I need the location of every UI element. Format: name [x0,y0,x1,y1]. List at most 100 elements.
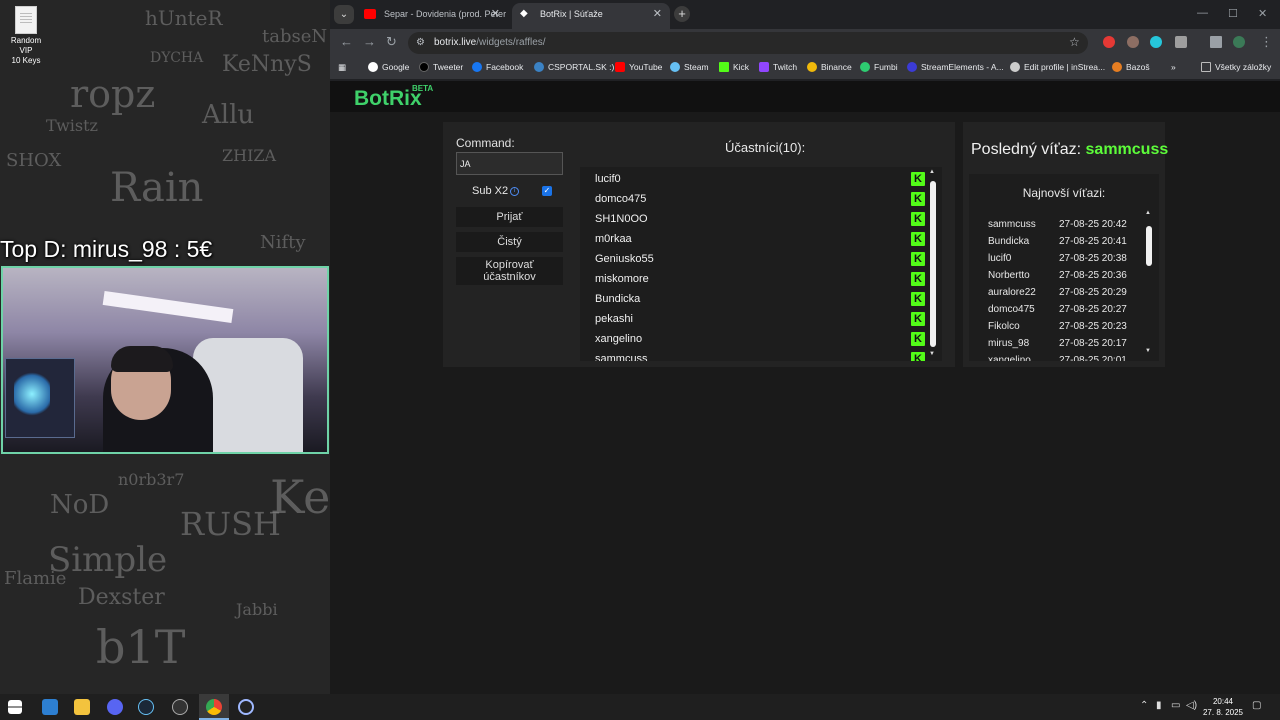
page-content: BotRix BETA Command: Sub X2 i ✓ Prijať Č… [330,81,1280,694]
scroll-down-icon[interactable]: ▼ [929,351,935,357]
bookmark-bazos[interactable]: Bazoš [1112,62,1150,72]
system-clock[interactable]: 20:44 27. 8. 2025 [1200,696,1246,718]
scroll-down-icon[interactable]: ▼ [1145,348,1151,354]
bookmark-google[interactable]: Google [368,62,409,72]
microphone-icon[interactable]: ▮ [1156,700,1162,711]
wallpaper-text: ZHIZA [222,146,277,165]
bookmark-youtube[interactable]: YouTube [615,62,662,72]
last-winner-label: Posledný víťaz: [971,141,1082,158]
winner-row: lucif0 27-08-25 20:38 [988,250,1148,267]
participants-list[interactable]: lucif0 K domco475 K SH1N0OO K m0rkaa K Geniu… [580,167,942,361]
clock-date: 27. 8. 2025 [1202,708,1244,717]
kick-icon: K [911,252,925,266]
more-bookmarks-icon[interactable]: » [1171,62,1176,72]
windows-start-icon[interactable] [8,700,22,714]
winner-row: sammcuss 27-08-25 20:42 [988,216,1148,233]
bookmark-streamelements[interactable]: StreamElements - A... [907,62,1004,72]
scrollbar-thumb[interactable] [930,181,936,347]
bookmark-label: Bazoš [1126,62,1150,72]
clock-time: 20:44 [1212,697,1234,706]
wallpaper-text: Jabbi [236,600,278,619]
extensions-puzzle-icon[interactable] [1175,36,1187,48]
forward-icon[interactable]: → [363,35,376,49]
address-bar[interactable]: ⚙ botrix.live/widgets/raffles/ ☆ [408,32,1088,54]
close-tab-icon[interactable]: ✕ [491,3,500,25]
apps-grid-icon[interactable]: ▦ [338,62,346,73]
minimize-icon[interactable]: — [1197,7,1208,19]
text-file-icon [15,6,37,34]
menu-kebab-icon[interactable]: ⋮ [1260,35,1273,49]
scroll-up-icon[interactable]: ▲ [1145,210,1151,216]
extension-icon[interactable] [1150,36,1162,48]
close-window-icon[interactable]: ✕ [1258,7,1267,20]
file-explorer-icon[interactable] [74,699,90,715]
bookmark-binance[interactable]: Binance [807,62,852,72]
winners-panel: Posledný víťaz: sammcuss Najnovší víťazi… [963,122,1168,367]
bookmark-facebook[interactable]: Facebook [472,62,523,72]
winner-row: Fikolco 27-08-25 20:23 [988,318,1148,335]
clear-button[interactable]: Čistý [456,232,563,252]
reading-list-icon[interactable] [1210,36,1222,48]
reload-icon[interactable]: ↻ [386,35,397,49]
kick-icon: K [911,292,925,306]
app-icon[interactable] [238,699,254,715]
bookmark-star-icon[interactable]: ☆ [1069,35,1080,49]
bookmark-instreamly[interactable]: Edit profile | inStrea... [1010,62,1105,72]
network-icon[interactable]: ▭ [1171,700,1180,711]
close-tab-icon[interactable]: ✕ [653,3,662,25]
accept-button[interactable]: Prijať [456,207,563,227]
participant-name: m0rkaa [595,233,632,245]
tray-chevron-icon[interactable]: ⌃ [1140,700,1148,711]
chrome-taskbar-button[interactable] [199,694,229,720]
participant-name: miskomore [595,273,649,285]
bookmark-twitch[interactable]: Twitch [759,62,797,72]
winner-row: xangelino 27-08-25 20:01 [988,352,1148,361]
winners-scrollbar[interactable]: ▲ ▼ [1145,210,1152,356]
kick-icon: K [911,212,925,226]
steam-icon[interactable] [138,699,154,715]
site-header: BotRix BETA [330,81,1280,112]
volume-icon[interactable]: ◁) [1186,700,1197,711]
youtube-icon [615,62,625,72]
webcam-shelf [102,291,234,323]
info-icon[interactable]: i [510,187,519,196]
bookmark-steam[interactable]: Steam [670,62,709,72]
bookmark-tweeter[interactable]: Tweeter [419,62,463,72]
wallpaper-text: KeNnyS [222,52,312,77]
copy-participants-button[interactable]: Kopírovať účastníkov [456,257,563,285]
recent-winners-box[interactable]: Najnovší víťazi: sammcuss 27-08-25 20:42 … [969,174,1159,361]
google-icon [368,62,378,72]
fumbi-icon [860,62,870,72]
site-info-icon[interactable]: ⚙ [416,37,428,49]
extension-icon[interactable] [1127,36,1139,48]
winner-name: mirus_98 [988,338,1030,349]
sub-x2-checkbox[interactable]: ✓ [542,186,552,196]
all-bookmarks[interactable]: Všetky záložky [1201,62,1271,72]
tab-title: Separ - Dovidenia (prod. Peter [384,9,507,19]
extension-icon[interactable] [1103,36,1115,48]
command-input[interactable] [456,152,563,175]
new-tab-button[interactable]: + [674,6,690,22]
participants-scrollbar[interactable]: ▲ ▼ [929,169,936,357]
bookmark-fumbi[interactable]: Fumbi [860,62,898,72]
tab-botrix[interactable]: ◆ BotRix | Súťaže ✕ [512,3,670,29]
profile-avatar-icon[interactable] [1233,36,1245,48]
tab-search-button[interactable]: ⌄ [334,5,354,24]
twitch-icon [759,62,769,72]
bookmark-csportal[interactable]: CSPORTAL.SK :) [534,62,614,72]
bookmarks-bar: ▦ Google Tweeter Facebook CSPORTAL.SK :)… [330,56,1280,80]
bookmark-kick[interactable]: Kick [719,62,749,72]
desktop-file-icon[interactable]: Random VIP 10 Keys [4,6,48,66]
tab-youtube[interactable]: Separ - Dovidenia (prod. Peter ✕ [356,3,508,29]
notifications-icon[interactable]: ▢ [1252,700,1261,711]
back-icon[interactable]: ← [340,35,353,49]
scrollbar-thumb[interactable] [1146,226,1152,266]
discord-icon[interactable] [107,699,123,715]
maximize-icon[interactable]: ☐ [1228,7,1238,20]
scroll-up-icon[interactable]: ▲ [929,169,935,175]
winner-date: 27-08-25 20:23 [1059,321,1127,332]
app-icon[interactable] [42,699,58,715]
obs-icon[interactable] [172,699,188,715]
browser-toolbar: ← → ↻ ⚙ botrix.live/widgets/raffles/ ☆ ⋮ [330,29,1280,56]
sub-x2-label: Sub X2 [472,185,509,197]
